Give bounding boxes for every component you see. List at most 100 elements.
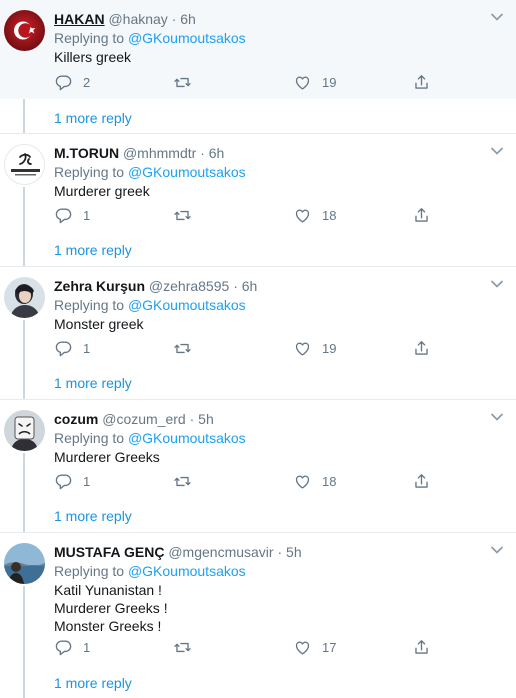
chevron-down-icon[interactable] [490,12,504,22]
tweet-text: Monster greek [54,315,143,333]
share-button[interactable] [412,72,431,92]
mention-link[interactable]: @GKoumoutsakos [128,164,246,180]
like-button[interactable]: 17 [293,637,336,657]
handle[interactable]: @cozum_erd [102,411,185,427]
photo-avatar[interactable] [4,277,45,318]
chevron-down-icon[interactable] [490,146,504,156]
reply-button[interactable]: 1 [54,637,90,657]
landscape-photo-avatar[interactable] [4,543,45,584]
reply-count: 1 [83,639,91,655]
more-replies-link[interactable]: 1 more reply [54,109,132,127]
share-button[interactable] [412,471,431,491]
handle[interactable]: @zehra8595 [149,278,229,294]
timestamp[interactable]: 6h [180,11,196,27]
reply-button[interactable]: 1 [54,205,90,225]
timestamp[interactable]: 5h [198,411,214,427]
more-replies-link[interactable]: 1 more reply [54,374,132,392]
replying-to-label: Replying to [54,164,125,180]
display-name[interactable]: M.TORUN [54,145,119,161]
display-name[interactable]: HAKAN [54,11,105,27]
replying-to: Replying to @GKoumoutsakos [54,562,246,580]
mention-link[interactable]: @GKoumoutsakos [128,430,246,446]
handle[interactable]: @mhmmdtr [123,145,196,161]
share-icon [415,74,428,89]
reply-button[interactable]: 1 [54,338,90,358]
retweet-button[interactable] [173,637,202,657]
tweet-header: cozum @cozum_erd · 5h [54,410,214,428]
like-button[interactable]: 18 [293,205,336,225]
heart-icon [295,641,310,655]
retweet-button[interactable] [173,338,202,358]
reply-count: 1 [83,207,91,223]
like-button[interactable]: 19 [293,72,336,92]
reply-button[interactable]: 1 [54,471,90,491]
tweet-text-line: Murderer Greeks ! [54,600,168,616]
display-name[interactable]: Zehra Kurşun [54,278,145,294]
handle[interactable]: @haknay [108,11,167,27]
reply-count: 2 [83,74,91,90]
more-replies-link[interactable]: 1 more reply [54,241,132,259]
retweet-icon [174,476,191,486]
action-bar: 1 19 [54,338,474,358]
handle[interactable]: @mgencmusavir [168,544,273,560]
replying-to: Replying to @GKoumoutsakos [54,429,246,447]
timestamp[interactable]: 5h [286,544,302,560]
mention-link[interactable]: @GKoumoutsakos [128,297,246,313]
retweet-button[interactable] [173,72,202,92]
timestamp[interactable]: 6h [242,278,258,294]
reply-icon [55,207,72,223]
retweet-button[interactable] [173,471,202,491]
share-button[interactable] [412,205,431,225]
retweet-button[interactable] [173,205,202,225]
like-button[interactable]: 19 [293,338,336,358]
tweet-header: MUSTAFA GENÇ @mgencmusavir · 5h [54,543,302,561]
display-name[interactable]: cozum [54,411,98,427]
replying-to-label: Replying to [54,563,125,579]
tweet-text: Katil Yunanistan ! Murderer Greeks ! Mon… [54,581,168,635]
tweet-header: M.TORUN @mhmmdtr · 6h [54,144,224,162]
masked-face-avatar[interactable] [4,410,45,451]
tweet-text: Killers greek [54,48,131,66]
like-count: 19 [322,340,337,356]
separator-dot: · [171,11,177,27]
share-button[interactable] [412,637,431,657]
like-count: 19 [322,74,337,90]
mention-link[interactable]: @GKoumoutsakos [128,30,246,46]
chevron-down-icon[interactable] [490,279,504,289]
thread-rail [23,99,25,133]
calligraphy-logo-avatar[interactable] [4,144,45,185]
more-replies-link[interactable]: 1 more reply [54,674,132,692]
display-name[interactable]: MUSTAFA GENÇ [54,544,164,560]
like-count: 18 [322,473,337,489]
reply-tweet[interactable]: M.TORUN @mhmmdtr · 6h Replying to @GKoum… [0,134,516,233]
mention-link[interactable]: @GKoumoutsakos [128,563,246,579]
reply-tweet[interactable]: Zehra Kurşun @zehra8595 · 6h Replying to… [0,267,516,366]
reply-icon [55,340,72,356]
replying-to: Replying to @GKoumoutsakos [54,29,246,47]
chevron-down-icon[interactable] [490,545,504,555]
heart-icon [295,475,310,489]
thread-rail [23,586,25,698]
reply-button[interactable]: 2 [54,72,90,92]
share-icon [415,340,428,355]
retweet-icon [174,343,191,353]
replying-to-label: Replying to [54,430,125,446]
like-button[interactable]: 18 [293,471,336,491]
timestamp[interactable]: 6h [209,145,225,161]
like-count: 18 [322,207,337,223]
reply-tweet[interactable]: cozum @cozum_erd · 5h Replying to @GKoum… [0,400,516,499]
share-icon [415,207,428,222]
reply-tweet[interactable]: MUSTAFA GENÇ @mgencmusavir · 5h Replying… [0,533,516,668]
chevron-down-icon[interactable] [490,412,504,422]
turkish-flag-avatar[interactable] [4,10,45,51]
tweet-header: HAKAN @haknay · 6h [54,10,196,28]
reply-icon [55,639,72,655]
retweet-icon [174,77,191,87]
action-bar: 1 18 [54,205,474,225]
action-bar: 1 18 [54,471,474,491]
share-button[interactable] [412,338,431,358]
more-replies-link[interactable]: 1 more reply [54,507,132,525]
reply-tweet[interactable]: HAKAN @haknay · 6h Replying to @GKoumout… [0,0,516,99]
tweet-text-line: Monster greek [54,316,144,332]
reply-icon [55,473,72,489]
